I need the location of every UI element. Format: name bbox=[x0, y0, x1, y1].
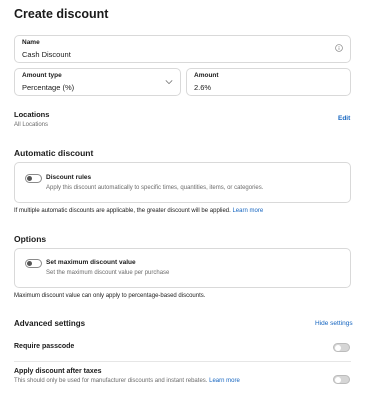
discount-rules-desc: Apply this discount automatically to spe… bbox=[46, 185, 264, 191]
info-icon bbox=[335, 44, 343, 52]
max-discount-title: Set maximum discount value bbox=[46, 259, 136, 266]
name-field-value[interactable]: Cash Discount bbox=[22, 50, 71, 59]
hide-settings-link[interactable]: Hide settings bbox=[315, 320, 353, 327]
name-field-label: Name bbox=[22, 39, 40, 46]
amount-type-select[interactable]: Amount type Percentage (%) bbox=[14, 68, 181, 96]
toggle-knob bbox=[27, 176, 32, 181]
toggle-knob bbox=[27, 261, 32, 266]
automatic-footnote: If multiple automatic discounts are appl… bbox=[14, 208, 263, 214]
discount-rules-toggle[interactable] bbox=[25, 174, 42, 183]
amount-type-value: Percentage (%) bbox=[22, 83, 75, 92]
require-passcode-toggle[interactable] bbox=[333, 343, 350, 352]
amount-type-label: Amount type bbox=[22, 72, 62, 79]
options-title: Options bbox=[14, 234, 47, 244]
automatic-footnote-text: If multiple automatic discounts are appl… bbox=[14, 208, 231, 214]
max-discount-card[interactable]: Set maximum discount value Set the maxim… bbox=[14, 248, 351, 288]
automatic-discount-title: Automatic discount bbox=[14, 148, 94, 158]
after-taxes-learn-more-link[interactable]: Learn more bbox=[209, 378, 240, 384]
amount-field-value[interactable]: 2.6% bbox=[194, 83, 211, 92]
after-taxes-label: Apply discount after taxes bbox=[14, 368, 102, 375]
max-discount-desc: Set the maximum discount value per purch… bbox=[46, 270, 170, 276]
chevron-down-icon bbox=[165, 80, 173, 85]
locations-value: All Locations bbox=[14, 122, 49, 128]
after-taxes-desc: This should only be used for manufacture… bbox=[14, 378, 240, 384]
discount-rules-card[interactable]: Discount rules Apply this discount autom… bbox=[14, 162, 351, 203]
name-field[interactable]: Name Cash Discount bbox=[14, 35, 351, 63]
amount-field-label: Amount bbox=[194, 72, 219, 79]
discount-rules-title: Discount rules bbox=[46, 174, 92, 181]
options-footnote: Maximum discount value can only apply to… bbox=[14, 293, 206, 299]
automatic-learn-more-link[interactable]: Learn more bbox=[232, 208, 263, 214]
amount-field[interactable]: Amount 2.6% bbox=[186, 68, 351, 96]
after-taxes-desc-text: This should only be used for manufacture… bbox=[14, 378, 208, 384]
max-discount-toggle[interactable] bbox=[25, 259, 42, 268]
toggle-knob bbox=[335, 376, 341, 383]
locations-title: Locations bbox=[14, 110, 50, 119]
after-taxes-toggle[interactable] bbox=[333, 375, 350, 384]
advanced-settings-title: Advanced settings bbox=[14, 319, 86, 328]
divider bbox=[14, 361, 351, 362]
require-passcode-label: Require passcode bbox=[14, 343, 75, 350]
page-title: Create discount bbox=[14, 7, 109, 21]
locations-edit-link[interactable]: Edit bbox=[338, 115, 350, 122]
toggle-knob bbox=[335, 344, 341, 351]
